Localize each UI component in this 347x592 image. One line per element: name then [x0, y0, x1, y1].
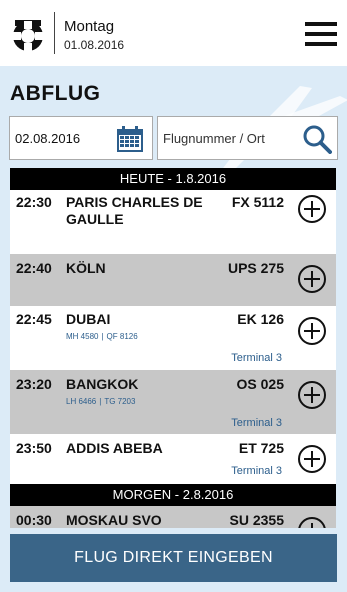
terminal-label: Terminal 3 — [231, 352, 282, 364]
flight-row[interactable]: 22:40 KÖLN UPS 275 — [10, 254, 336, 306]
flight-time: 23:50 — [16, 440, 52, 456]
codeshare-list: LH 6466 | TG 7203 — [66, 397, 136, 406]
hamburger-menu-icon[interactable] — [305, 22, 337, 46]
flight-number: SU 2355 — [229, 512, 284, 528]
header-date: 01.08.2016 — [64, 38, 125, 52]
flight-row[interactable]: 22:30 PARIS CHARLES DE GAULLE FX 5112 — [10, 190, 336, 254]
flight-row[interactable]: 23:20 BANGKOK LH 6466 | TG 7203 OS 025 Ter… — [10, 370, 336, 434]
header-divider — [54, 12, 55, 54]
flight-time: 22:45 — [16, 311, 52, 327]
date-field[interactable]: 02.08.2016 — [9, 116, 153, 160]
terminal-label: Terminal 3 — [231, 465, 282, 477]
day-header-today: HEUTE - 1.8.2016 — [10, 168, 336, 190]
flight-destination: KÖLN — [66, 260, 106, 276]
app-header: Montag 01.08.2016 — [0, 0, 347, 66]
flight-number: UPS 275 — [227, 260, 284, 276]
date-field-value[interactable]: 02.08.2016 — [15, 131, 80, 146]
plus-circle-icon[interactable] — [297, 444, 327, 474]
flight-destination: BANGKOK — [66, 376, 139, 392]
calendar-icon[interactable] — [116, 125, 144, 153]
flight-number: EK 126 — [237, 311, 284, 327]
flight-destination: MOSKAU SVO — [66, 512, 162, 528]
codeshare-number: MH 4580 — [66, 332, 99, 341]
codeshare-list: MH 4580 | QF 8126 — [66, 332, 138, 341]
flight-time: 23:20 — [16, 376, 52, 392]
codeshare-number: TG 7203 — [104, 397, 136, 406]
flight-list[interactable]: HEUTE - 1.8.2016 22:30 PARIS CHARLES DE … — [10, 168, 336, 528]
plus-circle-icon[interactable] — [297, 380, 327, 410]
flight-number: OS 025 — [236, 376, 284, 392]
flight-time: 00:30 — [16, 512, 52, 528]
flight-destination: PARIS CHARLES DE GAULLE — [66, 194, 203, 228]
page-title: ABFLUG — [10, 82, 101, 105]
flight-destination: DUBAI — [66, 311, 111, 327]
enter-flight-button[interactable]: FLUG DIREKT EINGEBEN — [10, 534, 337, 582]
plus-circle-icon[interactable] — [297, 316, 327, 346]
flight-number: FX 5112 — [231, 194, 284, 210]
flight-destination: ADDIS ABEBA — [66, 440, 163, 456]
logo-icon — [13, 20, 43, 51]
flight-time: 22:30 — [16, 194, 52, 210]
flight-row[interactable]: 23:50 ADDIS ABEBA ET 725 Terminal 3 — [10, 434, 336, 484]
header-day: Montag — [64, 18, 115, 35]
codeshare-number: QF 8126 — [106, 332, 138, 341]
day-header-tomorrow: MORGEN - 2.8.2016 — [10, 484, 336, 506]
flight-row[interactable]: 00:30 MOSKAU SVO SU 2355 — [10, 506, 336, 528]
codeshare-number: LH 6466 — [66, 397, 97, 406]
search-field[interactable]: Flugnummer / Ort — [157, 116, 338, 160]
search-icon[interactable] — [302, 124, 332, 154]
plus-circle-icon[interactable] — [297, 194, 327, 224]
flight-number: ET 725 — [238, 440, 284, 456]
flight-time: 22:40 — [16, 260, 52, 276]
flight-row[interactable]: 22:45 DUBAI MH 4580 | QF 8126 EK 126 Termi… — [10, 306, 336, 370]
search-placeholder[interactable]: Flugnummer / Ort — [163, 131, 265, 146]
destination-line-2: GAULLE — [66, 211, 124, 227]
plus-circle-icon[interactable] — [297, 516, 327, 528]
destination-line-1: PARIS CHARLES DE — [66, 194, 203, 210]
terminal-label: Terminal 3 — [231, 417, 282, 429]
plus-circle-icon[interactable] — [297, 264, 327, 294]
